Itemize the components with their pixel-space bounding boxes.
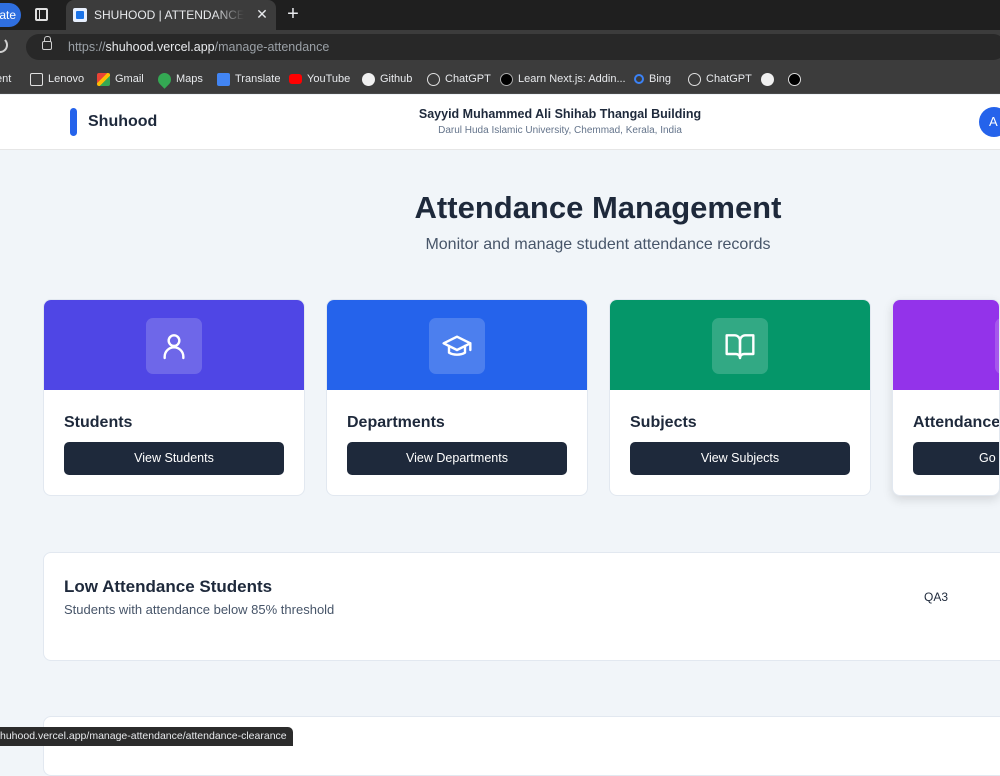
low-attendance-title: Low Attendance Students xyxy=(64,577,273,596)
user-avatar[interactable]: A xyxy=(979,107,1000,137)
folder-icon xyxy=(30,72,43,86)
card-students: Students View Students xyxy=(43,299,305,496)
bookmark-gmail[interactable]: Gmail xyxy=(97,71,144,87)
clipboard-icon xyxy=(995,318,999,374)
update-button[interactable]: ate xyxy=(0,3,21,27)
bookmark-chatgpt[interactable]: ChatGPT xyxy=(427,71,491,87)
github-icon xyxy=(761,72,774,86)
url-text[interactable]: https://shuhood.vercel.app/manage-attend… xyxy=(68,40,329,54)
card-title: Students xyxy=(64,414,133,431)
address-bar[interactable]: https://shuhood.vercel.app/manage-attend… xyxy=(26,34,1000,60)
view-departments-button[interactable]: View Departments xyxy=(347,442,567,475)
view-students-button[interactable]: View Students xyxy=(64,442,284,475)
bookmark-vercel[interactable] xyxy=(788,71,806,87)
bookmark-lenovo[interactable]: Lenovo xyxy=(30,71,84,87)
bookmark-github[interactable]: Github xyxy=(362,71,412,87)
low-attendance-subtitle: Students with attendance below 85% thres… xyxy=(64,602,335,617)
translate-icon xyxy=(217,72,230,86)
vercel-icon xyxy=(788,72,801,86)
card-title: Departments xyxy=(347,414,445,431)
site-favicon-icon xyxy=(73,8,87,22)
user-icon xyxy=(163,334,185,360)
browser-toolbar: https://shuhood.vercel.app/manage-attend… xyxy=(0,30,1000,64)
lock-icon[interactable] xyxy=(42,36,52,50)
card-title: Attendance C xyxy=(913,414,1000,431)
card-departments: Departments View Departments xyxy=(326,299,588,496)
chatgpt-icon xyxy=(688,72,701,86)
view-subjects-button[interactable]: View Subjects xyxy=(630,442,850,475)
browser-tab-strip: ate SHUHOOD | ATTENDANCE APPLICATION ✕ + xyxy=(0,0,1000,30)
card-subjects: Subjects View Subjects xyxy=(609,299,871,496)
bookmark-maps[interactable]: Maps xyxy=(155,69,203,89)
youtube-icon xyxy=(289,74,302,84)
bookmark-chatgpt-2[interactable]: ChatGPT xyxy=(688,71,752,87)
page-title: Attendance Management xyxy=(414,190,782,225)
card-header xyxy=(327,300,587,390)
card-attendance-clearance: Attendance C Go T xyxy=(892,299,1000,496)
tab-close-icon[interactable]: ✕ xyxy=(254,6,270,22)
book-open-icon xyxy=(725,334,755,360)
bookmark-nextjs[interactable]: Learn Next.js: Addin... xyxy=(500,71,626,87)
bookmark-youtube[interactable]: YouTube xyxy=(289,71,350,87)
logo-mark xyxy=(70,108,77,136)
card-title: Subjects xyxy=(630,414,697,431)
nextjs-icon xyxy=(500,72,513,86)
github-icon xyxy=(362,72,375,86)
new-tab-button[interactable]: + xyxy=(283,2,303,26)
card-header xyxy=(610,300,870,390)
card-icon-box xyxy=(429,318,485,374)
page-subtitle: Monitor and manage student attendance re… xyxy=(425,236,771,253)
card-header xyxy=(44,300,304,390)
reload-icon[interactable] xyxy=(0,37,8,53)
building-name: Sayyid Muhammed Ali Shihab Thangal Build… xyxy=(418,107,702,121)
app-logo-text[interactable]: Shuhood xyxy=(88,113,157,131)
low-attendance-panel: Low Attendance Students Students with at… xyxy=(43,552,1000,661)
card-icon-box xyxy=(712,318,768,374)
card-header xyxy=(893,300,999,390)
browser-tab-active[interactable]: SHUHOOD | ATTENDANCE APPLICATION ✕ xyxy=(66,0,276,30)
gmail-icon xyxy=(97,72,110,86)
next-panel xyxy=(43,716,1000,776)
chatgpt-icon xyxy=(427,72,440,86)
bing-icon xyxy=(634,74,644,84)
tab-actions-icon[interactable] xyxy=(35,8,48,21)
bookmark-bing[interactable]: Bing xyxy=(634,71,671,87)
app-header: Shuhood Sayyid Muhammed Ali Shihab Thang… xyxy=(0,95,1000,150)
maps-icon xyxy=(155,69,174,89)
bookmarks-bar: ent Lenovo Gmail Maps Translate YouTube … xyxy=(0,64,1000,94)
graduation-cap-icon xyxy=(442,335,472,356)
bookmark-github-2[interactable] xyxy=(761,71,779,87)
class-selector[interactable]: QA3 xyxy=(924,590,948,604)
link-status-bar: huhood.vercel.app/manage-attendance/atte… xyxy=(0,727,293,746)
card-icon-box xyxy=(146,318,202,374)
bookmark-item[interactable]: ent xyxy=(0,71,11,87)
go-to-clearance-button[interactable]: Go T xyxy=(913,442,999,475)
university-name: Darul Huda Islamic University, Chemmad, … xyxy=(438,125,682,136)
bookmark-translate[interactable]: Translate xyxy=(217,71,280,87)
